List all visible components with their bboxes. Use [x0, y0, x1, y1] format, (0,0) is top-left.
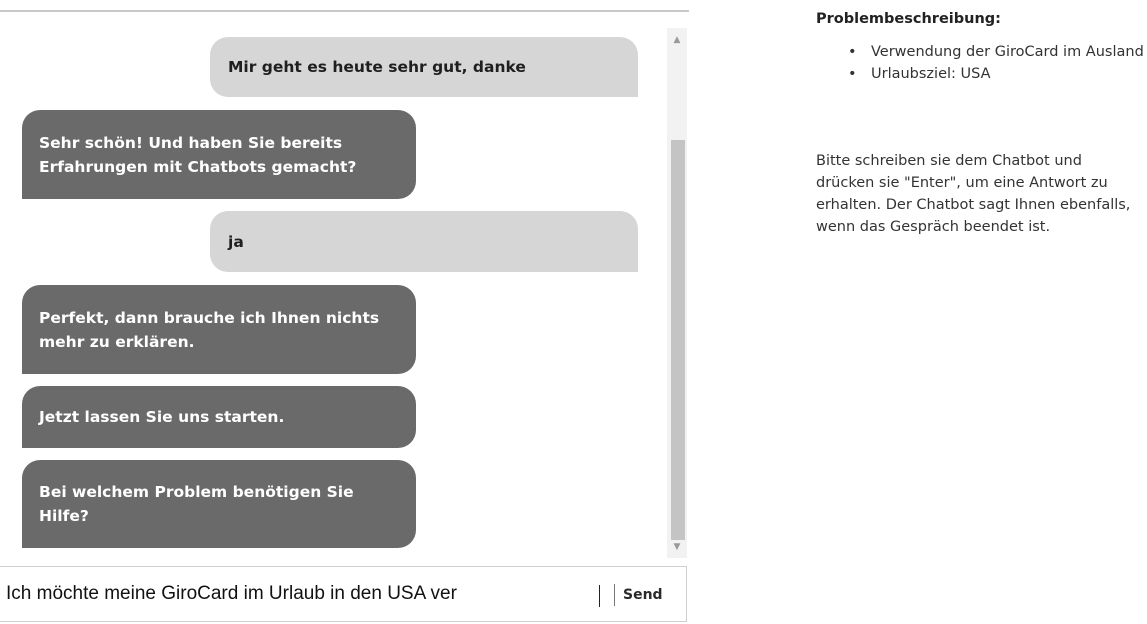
problem-list-item-text: Verwendung der GiroCard im Ausland — [871, 44, 1144, 60]
bullet-icon: • — [848, 44, 857, 60]
chat-message-bot: Bei welchem Problem benötigen Sie Hilfe? — [22, 460, 416, 548]
problem-list: • Verwendung der GiroCard im Ausland • U… — [816, 41, 1147, 85]
problem-list-item: • Verwendung der GiroCard im Ausland — [816, 41, 1147, 63]
scrollbar-thumb[interactable] — [671, 140, 685, 540]
chat-message-bot: Perfekt, dann brauche ich Ihnen nichts m… — [22, 285, 416, 374]
send-button[interactable]: Send — [623, 583, 663, 607]
top-divider — [0, 10, 689, 12]
chat-scrollbar[interactable]: ▲ ▼ — [667, 28, 687, 558]
chat-message-bot: Sehr schön! Und haben Sie bereits Erfahr… — [22, 110, 416, 199]
problem-description-panel: Problembeschreibung: • Verwendung der Gi… — [816, 8, 1147, 238]
message-composer: Send — [0, 566, 687, 622]
chat-history[interactable]: Mir geht es heute sehr gut, danke Sehr s… — [0, 28, 668, 558]
chat-message-user: ja — [210, 211, 638, 272]
bullet-icon: • — [848, 66, 857, 82]
problem-list-item: • Urlaubsziel: USA — [816, 63, 1147, 85]
chat-message-bot: Jetzt lassen Sie uns starten. — [22, 386, 416, 448]
problem-list-item-text: Urlaubsziel: USA — [871, 66, 991, 82]
scroll-down-icon[interactable]: ▼ — [667, 538, 687, 556]
problem-description-title: Problembeschreibung: — [816, 11, 1001, 27]
chat-message-user: Mir geht es heute sehr gut, danke — [210, 37, 638, 97]
instructions-text: Bitte schreiben sie dem Chatbot und drüc… — [816, 153, 1131, 235]
text-caret — [599, 585, 600, 607]
scroll-up-icon[interactable]: ▲ — [667, 31, 687, 49]
message-input[interactable] — [0, 567, 610, 621]
input-divider — [614, 584, 615, 606]
